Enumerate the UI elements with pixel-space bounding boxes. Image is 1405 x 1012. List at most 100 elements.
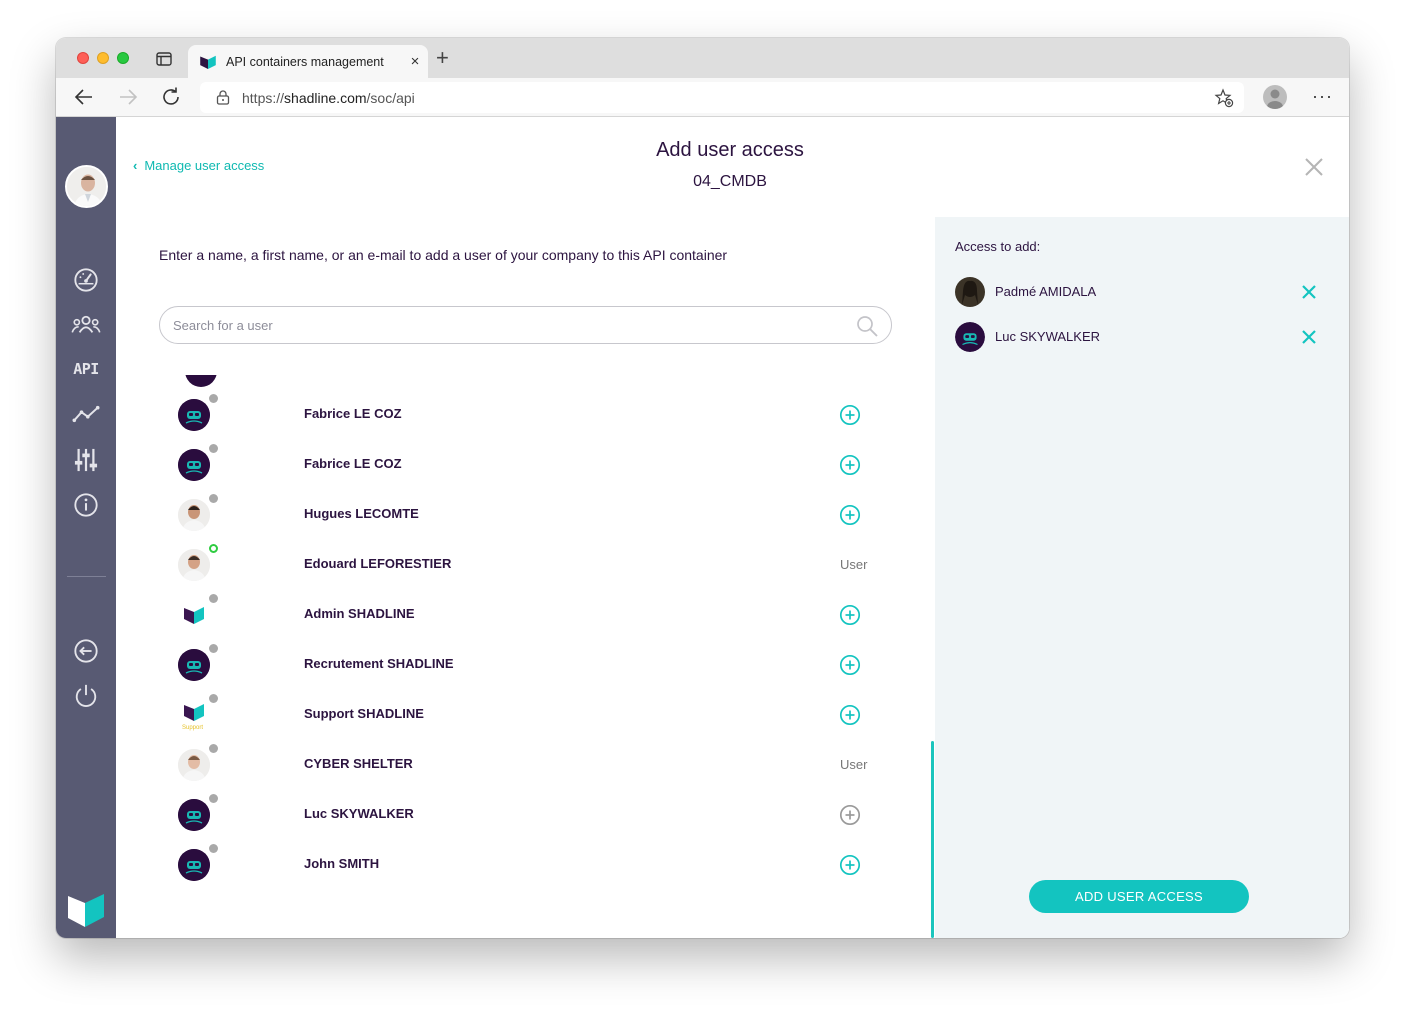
add-user-icon[interactable] [839,504,861,526]
offline-status-badge [209,844,218,853]
back-arrow-icon[interactable] [72,86,96,108]
selected-user-item: Luc SKYWALKER [955,322,1325,354]
dashboard-icon[interactable] [71,265,101,295]
user-avatar [178,749,210,781]
lock-icon [216,90,230,105]
shadline-logo-icon[interactable] [68,893,104,927]
offline-status-badge [209,394,218,403]
back-icon[interactable] [71,636,101,666]
user-avatar [178,549,210,581]
sidebar-divider [67,576,106,577]
user-name: John SMITH [304,856,380,871]
current-user-avatar[interactable] [65,165,108,208]
add-user-icon[interactable] [839,654,861,676]
support-logo-text: Support [182,725,204,731]
remove-user-icon[interactable] [1299,282,1319,302]
user-row: Edouard LEFORESTIER User [159,539,899,589]
tab-close-icon[interactable]: × [402,53,428,70]
user-avatar [178,399,210,431]
user-name: Recrutement SHADLINE [304,656,454,671]
access-to-add-panel: Access to add: Padmé AMIDALA Luc SKYWALKE… [935,217,1349,938]
app: API ‹ Manage user access Add user access… [56,117,1349,938]
add-user-icon[interactable] [839,404,861,426]
user-row: Fabrice LE COZ [159,389,899,439]
add-user-icon[interactable] [839,854,861,876]
forward-arrow-icon[interactable] [116,86,140,108]
user-avatar [178,599,210,631]
user-name: Admin SHADLINE [304,606,415,621]
user-row: John SMITH [159,839,899,889]
more-menu-icon[interactable]: ··· [1312,87,1333,105]
minimize-window-button[interactable] [97,52,109,64]
shadline-logo-icon [200,55,216,69]
add-user-icon[interactable] [839,604,861,626]
user-row: Fabrice LE COZ [159,439,899,489]
user-role-label: User [840,557,868,572]
add-user-icon[interactable] [839,704,861,726]
profile-avatar-icon[interactable] [1263,85,1287,109]
remove-user-icon[interactable] [1299,327,1319,347]
offline-status-badge [209,794,218,803]
user-avatar [178,649,210,681]
address-bar[interactable]: https://shadline.com/soc/api [200,82,1244,113]
offline-status-badge [209,594,218,603]
user-avatar [178,849,210,881]
user-row: Admin SHADLINE [159,589,899,639]
user-avatar [955,277,985,307]
add-user-access-button[interactable]: ADD USER ACCESS [1029,880,1249,913]
tab-overview-icon[interactable] [156,52,172,66]
sidebar: API [56,117,116,938]
online-status-badge [209,544,218,553]
user-avatar [955,322,985,352]
offline-status-badge [209,494,218,503]
tab-api-containers[interactable]: API containers management × [188,45,428,78]
close-icon[interactable] [1302,155,1326,179]
selected-user-item: Padmé AMIDALA [955,277,1325,309]
search-icon[interactable] [856,315,878,337]
page-title: Add user access [656,139,804,161]
close-window-button[interactable] [77,52,89,64]
user-avatar [178,499,210,531]
selected-user-name: Luc SKYWALKER [995,329,1101,344]
tab-bar: API containers management × + [56,38,1349,78]
user-name: Hugues LECOMTE [304,506,419,521]
offline-status-badge [209,744,218,753]
user-avatar [178,449,210,481]
user-name: Support SHADLINE [304,706,424,721]
user-avatar [185,375,217,387]
panel-title: Access to add: [955,239,1041,254]
offline-status-badge [209,644,218,653]
user-name: Edouard LEFORESTIER [304,556,452,571]
maximize-window-button[interactable] [117,52,129,64]
api-nav-item[interactable]: API [71,354,101,384]
user-name: CYBER SHELTER [304,756,413,771]
offline-status-badge [209,444,218,453]
tab-title: API containers management [226,54,384,69]
browser-toolbar: https://shadline.com/soc/api ··· [56,78,1349,117]
add-user-disabled-icon [839,804,861,826]
user-row: Luc SKYWALKER [159,789,899,839]
user-row: CYBER SHELTER User [159,739,899,789]
power-icon[interactable] [71,681,101,711]
search-input[interactable] [173,317,833,333]
search-box [159,306,892,344]
add-user-icon[interactable] [839,454,861,476]
instructions-text: Enter a name, a first name, or an e-mail… [159,247,728,263]
container-name: 04_CMDB [693,173,767,190]
add-favorite-icon[interactable] [1214,88,1234,108]
list-scrollbar[interactable] [931,741,934,938]
url-text: https://shadline.com/soc/api [242,89,415,106]
user-name: Luc SKYWALKER [304,806,414,821]
browser-window: API containers management × + https://sh… [56,38,1349,938]
reload-icon[interactable] [160,86,184,108]
users-icon[interactable] [71,310,101,340]
new-tab-button[interactable]: + [436,47,449,69]
analytics-icon[interactable] [71,399,101,429]
user-name: Fabrice LE COZ [304,456,402,471]
user-row: Hugues LECOMTE [159,489,899,539]
info-icon[interactable] [71,490,101,520]
offline-status-badge [209,694,218,703]
settings-sliders-icon[interactable] [71,445,101,475]
user-name: Fabrice LE COZ [304,406,402,421]
user-row: Support Support SHADLINE [159,689,899,739]
